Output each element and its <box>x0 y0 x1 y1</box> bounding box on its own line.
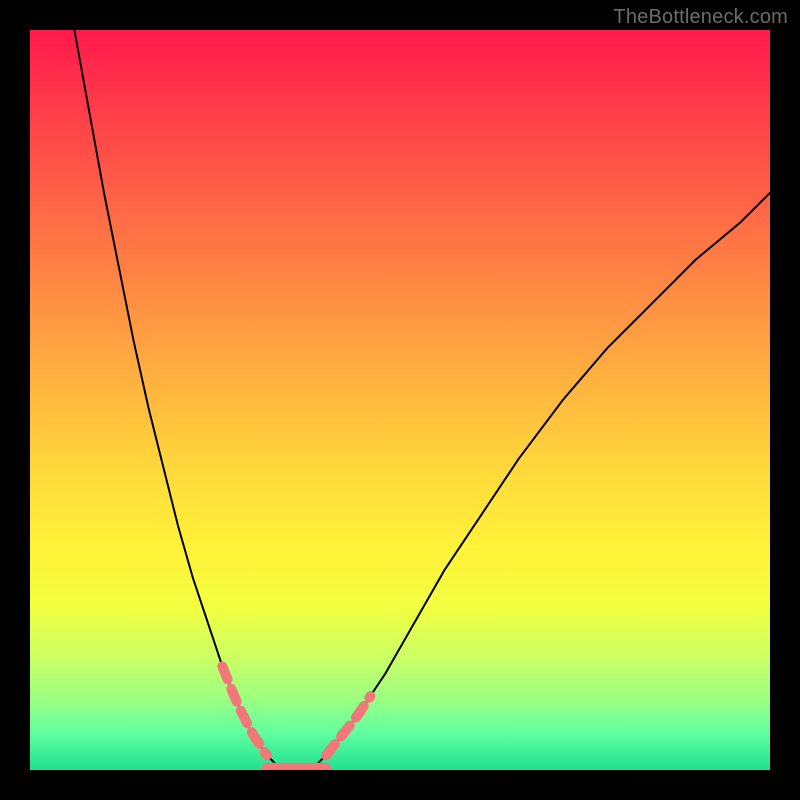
overlay-left-icon <box>222 666 266 755</box>
watermark-label: TheBottleneck.com <box>613 6 788 29</box>
curve-left <box>74 30 281 770</box>
curve-right <box>311 193 770 770</box>
chart-frame: TheBottleneck.com <box>0 0 800 800</box>
overlay-right-icon <box>326 696 370 755</box>
chart-svg <box>30 30 770 770</box>
plot-area <box>30 30 770 770</box>
